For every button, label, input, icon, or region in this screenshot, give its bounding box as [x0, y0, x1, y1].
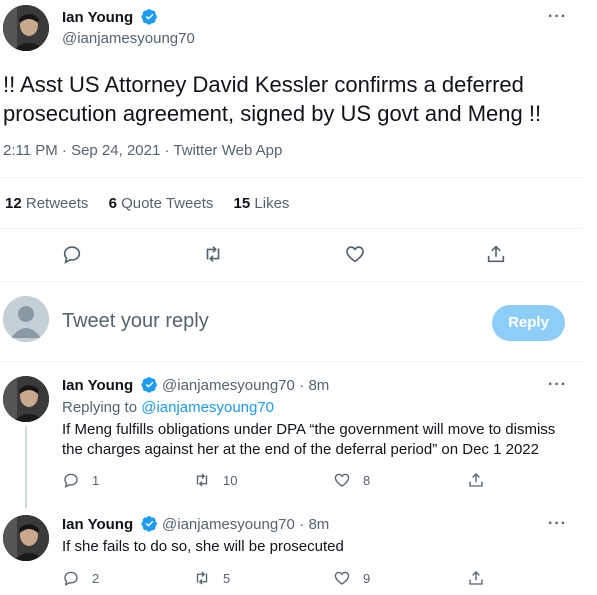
- retweets-count: 12: [5, 195, 22, 212]
- divider: [0, 281, 582, 282]
- like-count: 8: [363, 472, 371, 488]
- reply-button[interactable]: Reply: [492, 305, 565, 341]
- reply-text-line: the charges against her at the end of th…: [62, 441, 539, 458]
- reply-icon: [64, 473, 78, 489]
- author-name[interactable]: Ian Young: [62, 516, 133, 533]
- author-handle[interactable]: @ianjamesyoung70: [162, 377, 295, 394]
- avatar-photo: [3, 376, 49, 422]
- retweet-icon: [196, 571, 208, 585]
- more-icon[interactable]: ···: [548, 515, 567, 533]
- reply-action[interactable]: 2: [62, 569, 99, 587]
- verified-badge-icon: [141, 515, 158, 537]
- user-icon: [3, 296, 49, 342]
- retweet-count: 10: [223, 472, 238, 488]
- reply2-text: If she fails to do so, she will be prose…: [62, 538, 344, 555]
- avatar-photo: [3, 515, 49, 561]
- main-tweet-author: Ian Young: [62, 8, 158, 30]
- share-icon[interactable]: [485, 243, 507, 270]
- reply2-header: Ian Young @ianjamesyoung70 · 8m: [62, 515, 329, 537]
- reply1-header: Ian Young @ianjamesyoung70 · 8m: [62, 376, 329, 398]
- divider: [0, 361, 582, 362]
- share-icon: [469, 571, 483, 585]
- heart-icon: [334, 571, 350, 585]
- retweet-action[interactable]: 10: [193, 471, 237, 489]
- reply-time[interactable]: · 8m: [299, 377, 329, 394]
- retweet-icon: [196, 473, 208, 487]
- verified-badge-icon: [141, 376, 158, 398]
- more-icon[interactable]: ···: [548, 8, 567, 26]
- reply-action[interactable]: 1: [62, 471, 99, 489]
- divider: [0, 177, 582, 178]
- reply2-avatar[interactable]: [3, 515, 49, 561]
- divider: [0, 228, 582, 229]
- retweet-icon[interactable]: [202, 243, 224, 270]
- replying-to: Replying to @ianjamesyoung70: [62, 399, 274, 416]
- quotes-label: Quote Tweets: [121, 195, 214, 212]
- retweet-action[interactable]: 5: [193, 569, 230, 587]
- replying-to-handle[interactable]: @ianjamesyoung70: [141, 399, 274, 416]
- reply1-text: If Meng fulfills obligations under DPA “…: [62, 420, 555, 460]
- thread-line: [25, 426, 27, 508]
- avatar-photo: [3, 5, 49, 51]
- main-tweet-avatar[interactable]: [3, 5, 49, 51]
- share-action[interactable]: [467, 569, 485, 587]
- heart-icon[interactable]: [344, 243, 366, 270]
- heart-icon: [334, 473, 350, 487]
- author-handle[interactable]: @ianjamesyoung70: [62, 30, 195, 47]
- reply-count: 1: [92, 472, 100, 488]
- likes-label: Likes: [254, 195, 290, 212]
- like-count: 9: [363, 570, 371, 586]
- composer-avatar: [3, 296, 49, 342]
- likes-count: 15: [233, 195, 251, 212]
- author-handle[interactable]: @ianjamesyoung70: [162, 516, 295, 533]
- tweet-timestamp[interactable]: 2:11 PM · Sep 24, 2021 · Twitter Web App: [3, 142, 282, 159]
- replying-to-label: Replying to: [62, 399, 138, 416]
- reply-time[interactable]: · 8m: [299, 516, 329, 533]
- tweet-reply-input[interactable]: Tweet your reply: [62, 310, 209, 333]
- tweet-stats: 12 Retweets 6 Quote Tweets 15 Likes: [5, 195, 289, 212]
- reply1-avatar[interactable]: [3, 376, 49, 422]
- like-action[interactable]: 8: [333, 471, 370, 489]
- share-action[interactable]: [467, 471, 485, 489]
- reply-text-line: If Meng fulfills obligations under DPA “…: [62, 421, 556, 438]
- author-name[interactable]: Ian Young: [62, 9, 133, 26]
- like-action[interactable]: 9: [333, 569, 370, 587]
- retweets-label: Retweets: [25, 195, 89, 212]
- quotes-stat[interactable]: 6 Quote Tweets: [109, 195, 218, 212]
- reply-count: 2: [92, 570, 100, 586]
- verified-badge-icon: [141, 8, 158, 30]
- likes-stat[interactable]: 15 Likes: [234, 195, 290, 212]
- quotes-count: 6: [108, 195, 117, 212]
- share-icon: [469, 473, 483, 487]
- main-tweet-text: !! Asst US Attorney David Kessler confir…: [3, 72, 542, 126]
- reply-icon: [64, 571, 78, 587]
- author-name[interactable]: Ian Young: [62, 377, 133, 394]
- more-icon[interactable]: ···: [548, 376, 567, 394]
- retweets-stat[interactable]: 12 Retweets: [5, 195, 93, 212]
- reply-icon[interactable]: [61, 243, 83, 270]
- retweet-count: 5: [223, 570, 231, 586]
